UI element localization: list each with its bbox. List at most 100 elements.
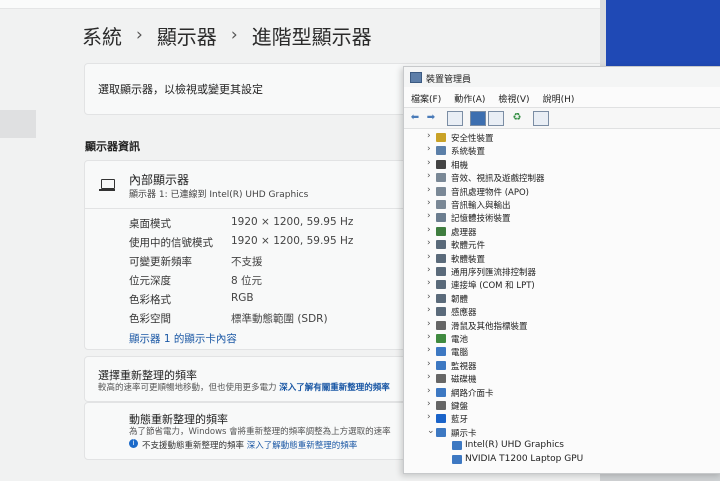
info-row-label: 色彩格式 xyxy=(129,294,171,306)
tree-category[interactable]: › 磁碟機 xyxy=(404,372,720,385)
chevron-right-icon[interactable]: › xyxy=(427,238,431,248)
device-manager-window: 裝置管理員 檔案(F) 動作(A) 檢視(V) 說明(H) ⬅ ➡ ♻ › 安全性… xyxy=(403,66,720,474)
tree-category-label: 鍵盤 xyxy=(451,402,469,412)
chevron-right-icon[interactable]: › xyxy=(427,252,431,262)
title-bar[interactable]: 裝置管理員 xyxy=(404,67,720,87)
display-adapter-icon xyxy=(452,441,462,451)
device-category-icon xyxy=(436,320,446,330)
chevron-right-icon[interactable]: › xyxy=(427,171,431,181)
display-info-heading: 顯示器資訊 xyxy=(85,140,140,153)
menu-action[interactable]: 動作(A) xyxy=(447,89,485,107)
adapter-properties-link[interactable]: 顯示器 1 的顯示卡內容 xyxy=(129,331,237,346)
refresh-rate-learn-more-link[interactable]: 深入了解有關重新整理的頻率 xyxy=(279,383,390,393)
tree-category[interactable]: ⌄ 顯示卡 xyxy=(404,426,720,439)
help-icon[interactable] xyxy=(470,111,486,126)
device-category-icon xyxy=(436,374,446,384)
device-category-icon xyxy=(436,387,446,397)
tree-category[interactable]: › 電腦 xyxy=(404,345,720,358)
tree-category[interactable]: › 相機 xyxy=(404,158,720,171)
tree-category[interactable]: › 滑鼠及其他指標裝置 xyxy=(404,319,720,332)
tree-category[interactable]: › 軟體裝置 xyxy=(404,252,720,265)
tree-category-label: 感應器 xyxy=(451,308,477,319)
tree-category[interactable]: › 系統裝置 xyxy=(404,144,720,157)
info-row-value: 不支援 xyxy=(231,256,263,268)
tree-category[interactable]: › 處理器 xyxy=(404,225,720,238)
tree-category-label: 通用序列匯流排控制器 xyxy=(451,268,537,278)
chevron-right-icon[interactable]: › xyxy=(427,211,431,221)
chevron-right-icon[interactable]: › xyxy=(427,131,431,141)
tree-category-label: 相機 xyxy=(451,160,469,171)
menu-help[interactable]: 說明(H) xyxy=(536,89,575,107)
tree-category[interactable]: › 電池 xyxy=(404,332,720,345)
chevron-right-icon[interactable]: › xyxy=(427,332,431,342)
chevron-right-icon[interactable]: › xyxy=(427,225,431,235)
tree-category[interactable]: › 音效、視訊及遊戲控制器 xyxy=(404,171,720,184)
tree-category-label: 安全性裝置 xyxy=(451,134,494,144)
tree-category[interactable]: › 感應器 xyxy=(404,305,720,318)
menu-file[interactable]: 檔案(F) xyxy=(404,89,441,107)
chevron-right-icon[interactable]: › xyxy=(427,305,431,315)
forward-arrow-icon[interactable]: ➡ xyxy=(424,111,438,124)
select-display-label: 選取顯示器，以檢視或變更其設定 xyxy=(98,83,263,96)
chevron-right-icon[interactable]: › xyxy=(427,185,431,195)
back-arrow-icon[interactable]: ⬅ xyxy=(408,111,422,124)
info-icon: i xyxy=(129,439,138,448)
tree-category-label: 磁碟機 xyxy=(451,375,477,386)
dynamic-refresh-learn-more-link[interactable]: 深入了解動態重新整理的頻率 xyxy=(247,441,358,451)
chevron-right-icon[interactable]: › xyxy=(427,158,431,168)
tree-category[interactable]: › 鍵盤 xyxy=(404,399,720,412)
chevron-right-icon[interactable]: › xyxy=(427,372,431,382)
tree-category[interactable]: › 通用序列匯流排控制器 xyxy=(404,265,720,278)
device-category-icon xyxy=(436,293,446,303)
chevron-down-icon[interactable]: ⌄ xyxy=(427,426,435,436)
info-row-value: 1920 × 1200, 59.95 Hz xyxy=(231,216,354,228)
chevron-right-icon[interactable]: › xyxy=(427,319,431,329)
internal-display-subtitle: 顯示器 1: 已連線到 Intel(R) UHD Graphics xyxy=(129,190,309,200)
tree-category[interactable]: › 網路介面卡 xyxy=(404,386,720,399)
device-category-icon xyxy=(436,280,446,290)
info-row-bit-depth: 位元深度 8 位元 xyxy=(129,273,262,288)
properties-icon[interactable] xyxy=(447,111,463,126)
tree-category[interactable]: › 音訊輸入與輸出 xyxy=(404,198,720,211)
chevron-right-icon[interactable]: › xyxy=(427,386,431,396)
tree-category-label: 連接埠 (COM 和 LPT) xyxy=(451,281,535,292)
tree-category[interactable]: › 監視器 xyxy=(404,359,720,372)
tree-category-label: 監視器 xyxy=(451,361,477,372)
chevron-right-icon[interactable]: › xyxy=(427,359,431,369)
tree-category[interactable]: › 記憶體技術裝置 xyxy=(404,211,720,224)
menu-view[interactable]: 檢視(V) xyxy=(491,89,529,107)
tree-category[interactable]: › 音訊處理物件 (APO) xyxy=(404,185,720,198)
scan-hardware-icon[interactable]: ♻ xyxy=(510,111,524,124)
tree-category[interactable]: › 韌體 xyxy=(404,292,720,305)
dynamic-refresh-subtitle: 為了節省電力，Windows 會將重新整理的頻率調整為上方選取的速率 xyxy=(129,427,391,437)
breadcrumb-system[interactable]: 系統 xyxy=(82,21,122,50)
display-adapter-icon xyxy=(452,454,462,464)
chevron-right-icon[interactable]: › xyxy=(427,292,431,302)
tree-category[interactable]: › 連接埠 (COM 和 LPT) xyxy=(404,278,720,291)
window-title: 裝置管理員 xyxy=(426,75,472,85)
device-category-icon xyxy=(436,146,446,156)
tree-category[interactable]: › 藍牙 xyxy=(404,412,720,425)
breadcrumb-display[interactable]: 顯示器 xyxy=(157,21,217,50)
chevron-right-icon[interactable]: › xyxy=(427,412,431,422)
info-row-color-space: 色彩空間 標準動態範圍 (SDR) xyxy=(129,311,328,326)
chevron-right-icon[interactable]: › xyxy=(427,198,431,208)
update-driver-icon[interactable] xyxy=(488,111,504,126)
monitor-toolbar-icon[interactable] xyxy=(533,111,549,126)
info-row-desktop-mode: 桌面模式 1920 × 1200, 59.95 Hz xyxy=(129,216,353,231)
chevron-right-icon[interactable]: › xyxy=(427,399,431,409)
tree-device[interactable]: Intel(R) UHD Graphics xyxy=(404,439,720,452)
tree-category[interactable]: › 安全性裝置 xyxy=(404,131,720,144)
tree-category-label: 音訊輸入與輸出 xyxy=(451,201,511,211)
tree-device[interactable]: NVIDIA T1200 Laptop GPU xyxy=(404,453,720,466)
device-category-icon xyxy=(436,347,446,357)
chevron-right-icon[interactable]: › xyxy=(427,345,431,355)
chevron-right-icon[interactable]: › xyxy=(427,265,431,275)
tree-category-label: 藍牙 xyxy=(451,415,469,426)
toolbar: ⬅ ➡ ♻ xyxy=(404,107,720,129)
tree-category-label: 韌體 xyxy=(451,294,469,305)
device-category-icon xyxy=(436,253,446,263)
chevron-right-icon[interactable]: › xyxy=(427,278,431,288)
chevron-right-icon[interactable]: › xyxy=(427,144,431,154)
tree-category[interactable]: › 軟體元件 xyxy=(404,238,720,251)
